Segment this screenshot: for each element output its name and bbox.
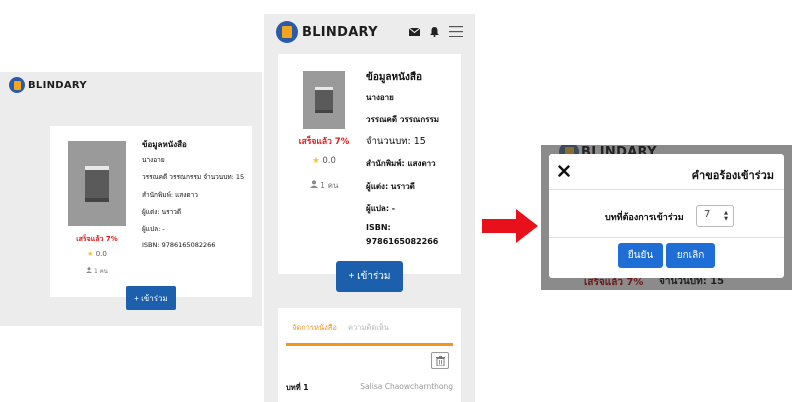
book-genre: วรรณคดี วรรณกรรม <box>366 115 440 124</box>
header-icons <box>409 26 463 37</box>
tab-manage-book[interactable]: จัดการหนังสือ <box>292 322 337 334</box>
rating-value: 0.0 <box>95 250 107 258</box>
book-pages: จำนวนบท: 15 <box>366 136 426 147</box>
book-genre-pages: วรรณคดี วรรณกรรม จำนวนบท: 15 <box>142 173 245 181</box>
book-cover-icon <box>315 87 333 113</box>
tab-comments[interactable]: ความคิดเห็น <box>348 322 389 334</box>
book-author: นางอาย <box>142 156 165 164</box>
rating: ★ 0.0 <box>50 250 144 258</box>
close-icon[interactable] <box>558 165 570 177</box>
book-publisher: สำนักพิมพ์: แสงดาว <box>366 159 436 168</box>
stepper-arrows-icon[interactable]: ▲ ▼ <box>724 210 728 222</box>
brand-name: BLINDARY <box>28 79 87 91</box>
menu-icon[interactable] <box>449 26 463 37</box>
book-isbn-label: ISBN: <box>366 223 391 232</box>
user-icon <box>86 267 93 273</box>
brand-logo[interactable]: BLINDARY <box>9 77 87 93</box>
arrow-right-icon <box>482 209 538 243</box>
join-request-panel: BLINDARY เสร็จแล้ว 7% จำนวนบท: 15 คำขอร้… <box>541 145 792 290</box>
mail-icon[interactable] <box>409 27 420 36</box>
members-count: 1 คน <box>94 268 108 275</box>
join-button[interactable]: + เข้าร่วม <box>126 286 176 310</box>
star-icon: ★ <box>312 156 320 166</box>
book-writer: ผู้แต่ง: นราวดี <box>366 182 415 191</box>
chapter-label: บทที่ 1 <box>286 383 309 392</box>
members-count: 1 คน <box>320 181 339 190</box>
book-isbn-value: 9786165082266 <box>366 237 439 246</box>
section-title: ข้อมูลหนังสือ <box>142 140 187 149</box>
members: 1 คน <box>50 266 144 276</box>
chapter-author: Salisa Chaowcharnthong <box>360 382 453 391</box>
book-translator: ผู้แปล: - <box>142 225 165 233</box>
book-translator: ผู้แปล: - <box>366 204 396 213</box>
rating-value: 0.0 <box>322 156 336 166</box>
book-publisher: สำนักพิมพ์: แสงดาว <box>142 191 198 199</box>
rating: ★ 0.0 <box>278 156 370 166</box>
book-info-card: เสร็จแล้ว 7% ★ 0.0 1 คน ข้อมูลหนังสือ นา… <box>278 54 461 274</box>
book-writer: ผู้แต่ง: นราวดี <box>142 208 182 216</box>
modal-divider <box>549 189 784 190</box>
mobile-book-panel: BLINDARY เสร็จแล้ว 7% ★ 0.0 1 คน ข้อมูลห… <box>264 14 475 402</box>
logo-icon <box>9 77 25 93</box>
members: 1 คน <box>278 179 370 192</box>
book-isbn: ISBN: 9786165082266 <box>142 241 216 249</box>
brand-logo[interactable]: BLINDARY <box>276 21 378 43</box>
delete-button[interactable] <box>431 352 449 369</box>
trash-icon <box>435 355 445 366</box>
cancel-button[interactable]: ยกเลิก <box>666 243 715 268</box>
chapter-field-label: บทที่ต้องการเข้าร่วม <box>605 213 684 223</box>
book-tabs-card: จัดการหนังสือ ความคิดเห็น บทที่ 1 Salisa… <box>278 308 461 402</box>
brand-name: BLINDARY <box>302 24 378 40</box>
chapter-number-input[interactable]: 7 ▲ ▼ <box>696 205 734 227</box>
book-info-card: เสร็จแล้ว 7% ★ 0.0 1 คน ข้อมูลหนังสือ นา… <box>50 126 252 297</box>
join-request-modal: คำขอร้องเข้าร่วม บทที่ต้องการเข้าร่วม 7 … <box>549 154 784 278</box>
chapter-number-value: 7 <box>704 209 711 220</box>
bell-icon[interactable] <box>430 26 439 37</box>
book-author: นางอาย <box>366 93 394 102</box>
modal-title: คำขอร้องเข้าร่วม <box>691 169 774 182</box>
tab-underline <box>286 343 453 346</box>
join-button[interactable]: + เข้าร่วม <box>336 261 403 292</box>
desktop-book-panel: BLINDARY เสร็จแล้ว 7% ★ 0.0 1 คน ข้อมูลห… <box>0 72 262 326</box>
book-cover <box>68 141 126 226</box>
composite-screenshot: BLINDARY เสร็จแล้ว 7% ★ 0.0 1 คน ข้อมูลห… <box>0 0 800 402</box>
logo-icon <box>276 21 298 43</box>
user-icon <box>309 180 318 188</box>
progress-text: เสร็จแล้ว 7% <box>76 235 118 243</box>
book-cover <box>303 71 345 129</box>
star-icon: ★ <box>87 250 94 258</box>
book-cover-icon <box>85 165 109 202</box>
section-title: ข้อมูลหนังสือ <box>366 72 422 83</box>
modal-divider <box>549 237 784 238</box>
progress-text: เสร็จแล้ว 7% <box>298 137 350 147</box>
confirm-button[interactable]: ยืนยัน <box>618 243 663 268</box>
